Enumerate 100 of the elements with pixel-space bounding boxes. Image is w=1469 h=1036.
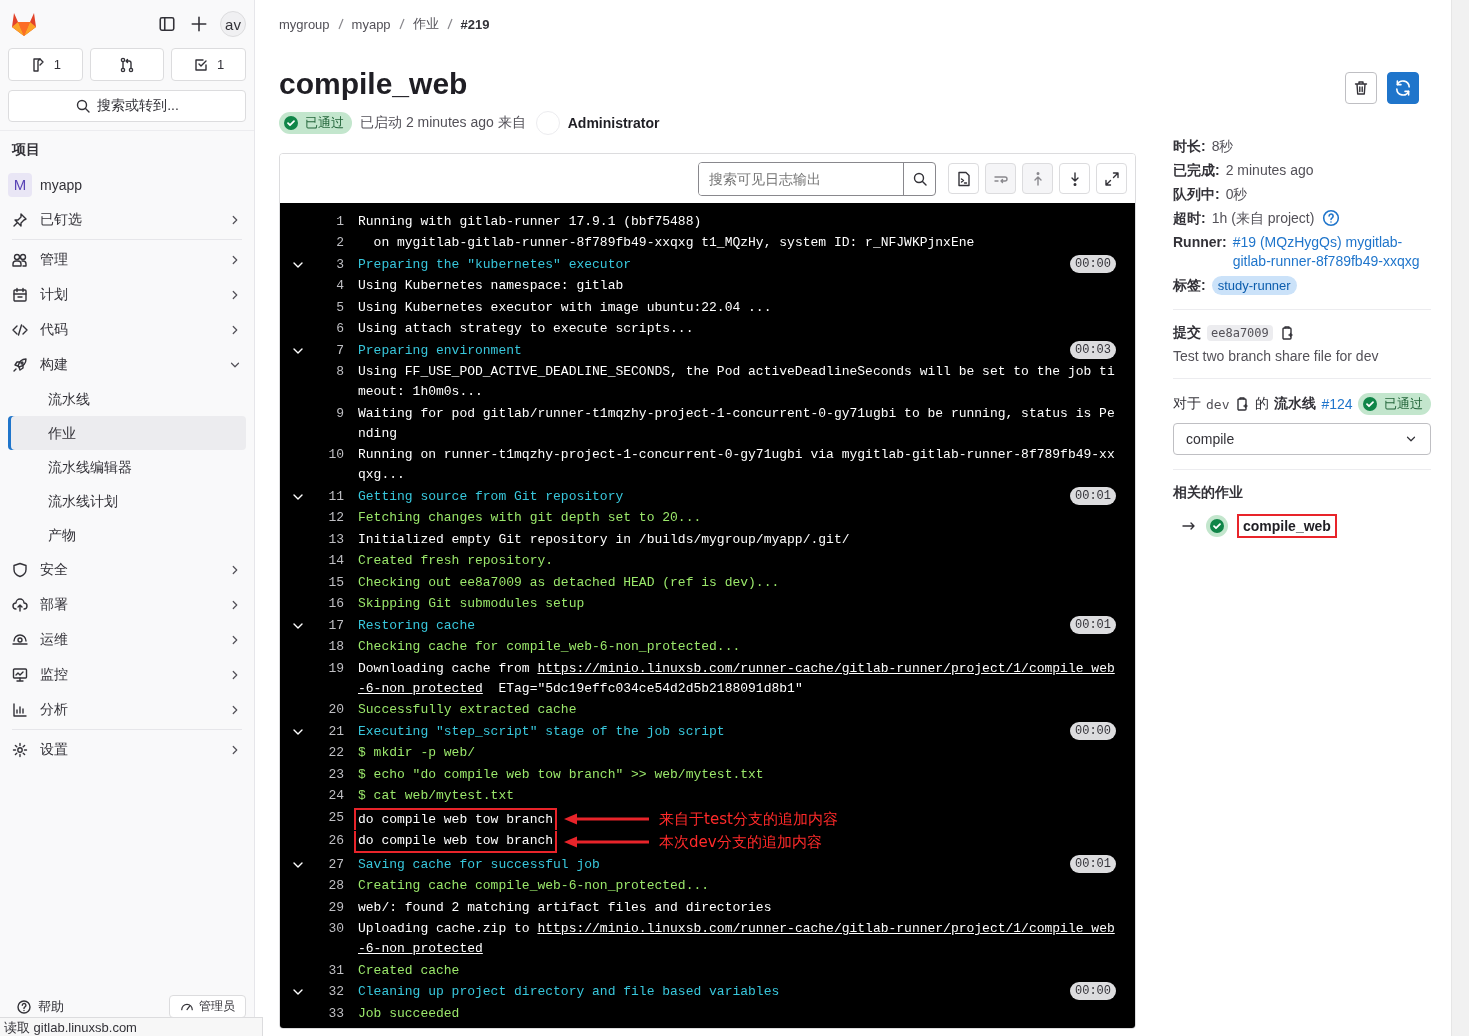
- status-bar: 读取 gitlab.linuxsb.com: [0, 1017, 263, 1036]
- delete-button[interactable]: [1344, 72, 1377, 104]
- line-number: 15: [327, 573, 344, 592]
- breadcrumb-separator: [398, 18, 405, 30]
- nav-subitem[interactable]: 流水线: [8, 382, 246, 416]
- check-circle-icon: [283, 115, 299, 131]
- log-line: Running on runner-t1mqzhy-project-1-concurrent-0-gy71ugbi via mygitlab-gitlab-runner-8f789fb49-xxqxg...: [358, 446, 1116, 485]
- nav-item[interactable]: 运维: [4, 622, 250, 657]
- line-number: 30: [327, 920, 344, 939]
- log-line: Getting source from Git repository: [358, 487, 624, 506]
- breadcrumb-link[interactable]: 作业: [412, 15, 439, 33]
- users-icon: [12, 251, 28, 268]
- nav-item[interactable]: 代码: [4, 312, 250, 347]
- check-circle-icon: [1361, 396, 1378, 412]
- retry-button[interactable]: [1386, 72, 1419, 104]
- nav-item[interactable]: 设置: [4, 732, 250, 767]
- nav-item[interactable]: 计划: [4, 277, 250, 312]
- duration-badge: 00:00: [1070, 721, 1116, 740]
- logo-icon[interactable]: [10, 11, 38, 37]
- log-line: Fetching changes with git depth set to 20...: [358, 509, 702, 528]
- log-line: Saving cache for successful job: [358, 855, 600, 874]
- nav-subitem[interactable]: 流水线计划: [8, 484, 246, 518]
- branch-link[interactable]: dev: [1206, 396, 1230, 412]
- detail-label: 已完成:: [1173, 161, 1220, 180]
- line-number: 26: [327, 832, 344, 851]
- nav-subitem[interactable]: 作业: [8, 416, 246, 450]
- nav-subitem[interactable]: 产物: [8, 518, 246, 552]
- annotation-text: 本次dev分支的追加内容: [659, 832, 822, 853]
- line-number: 13: [327, 530, 344, 549]
- pipeline-link[interactable]: #124: [1321, 396, 1353, 412]
- log-line: $ cat web/mytest.txt: [358, 787, 515, 806]
- issues-button[interactable]: 1: [8, 48, 83, 81]
- log-line: Executing "step_script" stage of the job script: [358, 722, 725, 741]
- plus-icon: [190, 15, 208, 33]
- merge-requests-button[interactable]: [89, 48, 165, 81]
- breadcrumb-link[interactable]: myapp: [351, 16, 391, 32]
- log-search-field[interactable]: 搜索可见日志输出: [698, 161, 936, 196]
- project-link[interactable]: M myapp: [4, 167, 250, 202]
- detail-label: 超时:: [1173, 209, 1206, 228]
- sidebar-toggle-icon: [158, 15, 176, 33]
- breadcrumb-link[interactable]: mygroup: [279, 16, 330, 32]
- nav-item[interactable]: 已钉选: [4, 202, 250, 237]
- log-line: Downloading cache from https://minio.linuxsb.com/runner-cache/gitlab-runner/project/1/compile_web-6-non_protected ETag="5dc19effc034ce54d2d5b2188091d8b1": [358, 659, 1116, 698]
- todos-button[interactable]: 1: [171, 48, 246, 81]
- user-link[interactable]: Administrator: [567, 115, 660, 131]
- commit-sha: ee8a7009: [1207, 325, 1273, 341]
- detail-label: 标签:: [1173, 276, 1206, 295]
- project-avatar: M: [8, 172, 32, 197]
- scroll-bottom-button[interactable]: [1059, 163, 1090, 194]
- log-line: on mygitlab-gitlab-runner-8f789fb49-xxqxg t1_MQzHy, system ID: r_NFJWKPjnxEne: [372, 234, 975, 253]
- commit-message: Test two branch share file for dev: [1173, 348, 1380, 364]
- breadcrumb-link[interactable]: #219: [460, 16, 490, 32]
- line-number: 5: [335, 298, 344, 317]
- detail-label: Runner:: [1173, 233, 1227, 252]
- line-number: 18: [327, 638, 344, 657]
- scrollbar[interactable]: [1451, 0, 1469, 1036]
- line-number: 9: [335, 404, 344, 423]
- stage-dropdown[interactable]: compile: [1173, 423, 1431, 455]
- log-line: Using FF_USE_POD_ACTIVE_DEADLINE_SECONDS, the Pod activeDeadlineSeconds will be set to the job timeout: 1h0m0s...: [358, 363, 1116, 402]
- line-number: 17: [327, 616, 344, 635]
- fullscreen-button[interactable]: [1096, 163, 1127, 194]
- related-jobs-title: 相关的作业: [1173, 484, 1244, 502]
- search-icon: [911, 170, 928, 187]
- line-number: 7: [335, 341, 344, 360]
- line-number: 31: [327, 961, 344, 980]
- pipeline-prefix: 对于: [1173, 395, 1201, 413]
- nav-item[interactable]: 分析: [4, 692, 250, 727]
- admin-button[interactable]: 管理员: [169, 995, 246, 1018]
- help-button[interactable]: 帮助: [16, 997, 64, 1016]
- log-line: Uploading cache.zip to https://minio.linuxsb.com/runner-cache/gitlab-runner/project/1/compile_web-6-non_protected: [358, 920, 1116, 959]
- runner-link[interactable]: #19 (MQzHygQs) mygitlab-gitlab-runner-8f789fb49-xxqxg: [1232, 233, 1431, 271]
- line-number: 2: [335, 234, 344, 253]
- line-number: 27: [327, 855, 344, 874]
- help-icon: [16, 998, 32, 1015]
- user-avatar[interactable]: av: [220, 11, 246, 37]
- nav-subitem[interactable]: 流水线编辑器: [8, 450, 246, 484]
- copy-icon[interactable]: [1234, 396, 1251, 412]
- search-button[interactable]: 搜索或转到...: [8, 90, 246, 122]
- nav-item[interactable]: 部署: [4, 587, 250, 622]
- job-title: compile_web: [279, 67, 469, 101]
- todo-icon: [193, 56, 210, 73]
- nav-item[interactable]: 监控: [4, 657, 250, 692]
- log-line: Using Kubernetes executor with image ubuntu:22.04 ...: [358, 298, 772, 317]
- job-link[interactable]: compile_web: [1237, 514, 1337, 538]
- log-line: Created cache: [358, 961, 460, 980]
- nav-item[interactable]: 构建: [4, 347, 250, 382]
- log-line: do compile web tow branch: [354, 831, 558, 854]
- log-line: Created fresh repository.: [358, 552, 554, 571]
- detail-value: 8秒: [1211, 137, 1234, 156]
- status-badge: 已通过: [279, 112, 352, 134]
- nav-item[interactable]: 安全: [4, 552, 250, 587]
- detail-value: 2 minutes ago: [1225, 161, 1314, 180]
- nav-item[interactable]: 管理: [4, 242, 250, 277]
- expand-icon: [1103, 170, 1120, 187]
- pin-icon: [12, 211, 28, 228]
- raw-log-button[interactable]: [948, 163, 979, 194]
- help-icon[interactable]: [1322, 209, 1341, 227]
- status-badge: 已通过: [1357, 393, 1431, 415]
- line-number: 16: [327, 595, 344, 614]
- log-line: Skipping Git submodules setup: [358, 595, 585, 614]
